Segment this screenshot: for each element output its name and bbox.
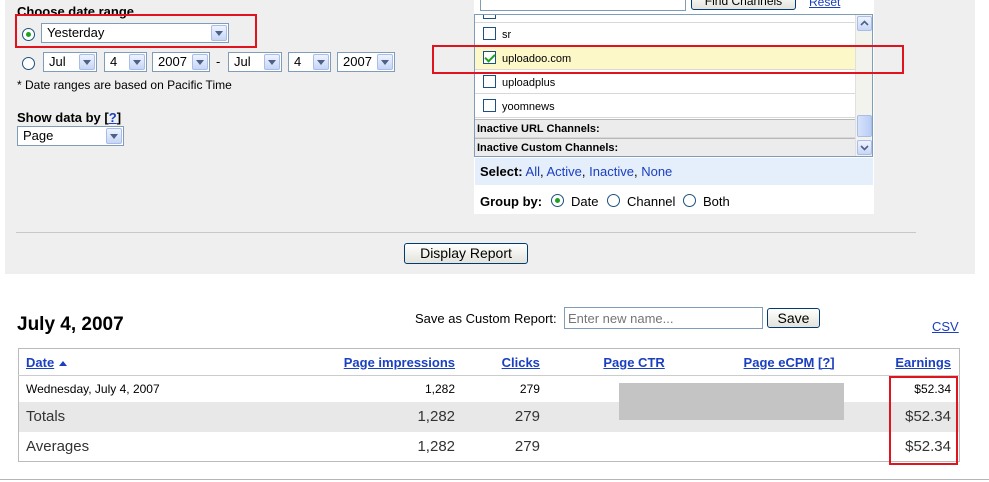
channel-list-scrollbar[interactable] (855, 15, 872, 156)
custom-report-name-input[interactable] (564, 307, 763, 329)
from-month-value: Jul (49, 54, 66, 69)
channel-list[interactable]: sr uploadoo.com uploadplus yoomnews Inac… (474, 14, 873, 157)
highlight-earnings-column (889, 376, 958, 465)
bottom-divider (0, 479, 989, 480)
column-header-ctr[interactable]: Page CTR (547, 348, 673, 376)
select-inactive-link[interactable]: Inactive (589, 164, 634, 179)
row-ctr (548, 432, 673, 462)
to-month-select[interactable]: Jul (228, 52, 282, 72)
group-by-channel-label: Channel (627, 194, 676, 209)
row-date: Wednesday, July 4, 2007 (26, 381, 160, 396)
show-data-by-select[interactable]: Page (17, 126, 124, 146)
channel-label: yoomnews (502, 101, 555, 113)
select-links: Select: All, Active, Inactive, None (480, 164, 673, 179)
scroll-up-button[interactable] (857, 16, 872, 31)
show-data-by-value: Page (23, 128, 54, 143)
group-by-channel-radio[interactable] (607, 194, 620, 207)
chevron-down-icon (129, 54, 145, 70)
row-date: Totals (18, 401, 249, 432)
row-impressions: 1,282 (248, 401, 464, 432)
divider (16, 232, 916, 233)
column-header-ecpm[interactable]: Page eCPM [?] (672, 348, 843, 376)
save-report-button[interactable]: Save (767, 308, 820, 328)
ecpm-help-link[interactable]: [?] (818, 355, 835, 370)
chevron-down-icon (860, 145, 869, 151)
channel-checkbox-uploadplus[interactable] (483, 75, 496, 88)
column-header-impressions[interactable]: Page impressions (248, 348, 464, 376)
highlight-selected-channel (432, 45, 904, 74)
inactive-custom-channels-header: Inactive Custom Channels: (475, 138, 856, 156)
chevron-up-icon (860, 20, 869, 26)
channel-label: sr (502, 29, 512, 41)
save-custom-report-label: Save as Custom Report: (415, 311, 557, 326)
find-channels-button[interactable]: Find Channels (691, 0, 796, 10)
chevron-down-icon (377, 54, 393, 70)
table-row-averages: Averages 1,282 279 $52.34 (19, 432, 960, 462)
inactive-url-channels-header: Inactive URL Channels: (475, 119, 856, 138)
channel-row-sr[interactable]: sr (475, 23, 856, 46)
sort-ascending-icon (58, 360, 67, 366)
timezone-note: * Date ranges are based on Pacific Time (17, 78, 232, 92)
scroll-thumb[interactable] (857, 115, 872, 137)
list-item[interactable] (475, 15, 856, 23)
channel-row-yoomnews[interactable]: yoomnews (475, 95, 856, 118)
custom-range-radio[interactable] (22, 57, 35, 70)
report-title: July 4, 2007 (17, 314, 124, 335)
row-clicks: 279 (519, 381, 540, 396)
column-header-date[interactable]: Date (18, 348, 249, 376)
from-day-select[interactable]: 4 (104, 52, 147, 72)
show-data-by-label: Show data by [?] (17, 110, 122, 125)
row-clicks: 279 (514, 437, 540, 455)
select-active-link[interactable]: Active (547, 164, 582, 179)
group-by-label: Group by: (480, 194, 543, 209)
channel-checkbox-yoomnews[interactable] (483, 99, 496, 112)
to-day-value: 4 (294, 54, 302, 69)
group-by-date-label: Date (571, 194, 599, 209)
chevron-down-icon (313, 54, 329, 70)
channel-checkbox[interactable] (483, 15, 496, 19)
select-all-link[interactable]: All (526, 164, 540, 179)
to-year-value: 2007 (343, 54, 372, 69)
channel-search-input[interactable] (480, 0, 686, 11)
to-day-select[interactable]: 4 (288, 52, 331, 72)
chevron-down-icon (264, 54, 280, 70)
reset-link[interactable]: Reset (809, 0, 840, 9)
redaction-overlay (619, 383, 844, 420)
display-report-button[interactable]: Display Report (404, 243, 528, 264)
to-year-select[interactable]: 2007 (337, 52, 395, 72)
group-by-date-radio[interactable] (551, 194, 564, 207)
channel-checkbox-sr[interactable] (483, 27, 496, 40)
row-impressions: 1,282 (417, 437, 456, 455)
highlight-preset-range (15, 14, 257, 48)
chevron-down-icon (106, 128, 122, 144)
from-year-select[interactable]: 2007 (152, 52, 210, 72)
row-ecpm (673, 432, 843, 462)
select-none-link[interactable]: None (641, 164, 672, 179)
row-impressions: 1,282 (424, 381, 456, 396)
channel-label: uploadplus (502, 77, 556, 89)
group-by-both-label: Both (703, 194, 730, 209)
chevron-down-icon (192, 54, 208, 70)
from-month-select[interactable]: Jul (43, 52, 97, 72)
group-by-both-radio[interactable] (683, 194, 696, 207)
column-header-earnings[interactable]: Earnings (842, 348, 960, 376)
row-date: Averages (26, 437, 90, 455)
range-separator: - (216, 54, 221, 69)
chevron-down-icon (79, 54, 95, 70)
show-data-by-help-link[interactable]: ? (109, 110, 117, 125)
from-year-value: 2007 (158, 54, 187, 69)
to-month-value: Jul (234, 54, 251, 69)
channel-row-uploadplus[interactable]: uploadplus (475, 71, 856, 94)
from-day-value: 4 (110, 54, 118, 69)
row-clicks: 279 (463, 401, 548, 432)
column-header-clicks[interactable]: Clicks (463, 348, 548, 376)
table-header-row: Date Page impressions Clicks Page CTR Pa… (18, 348, 960, 376)
scroll-down-button[interactable] (857, 140, 872, 155)
csv-link[interactable]: CSV (932, 319, 959, 334)
